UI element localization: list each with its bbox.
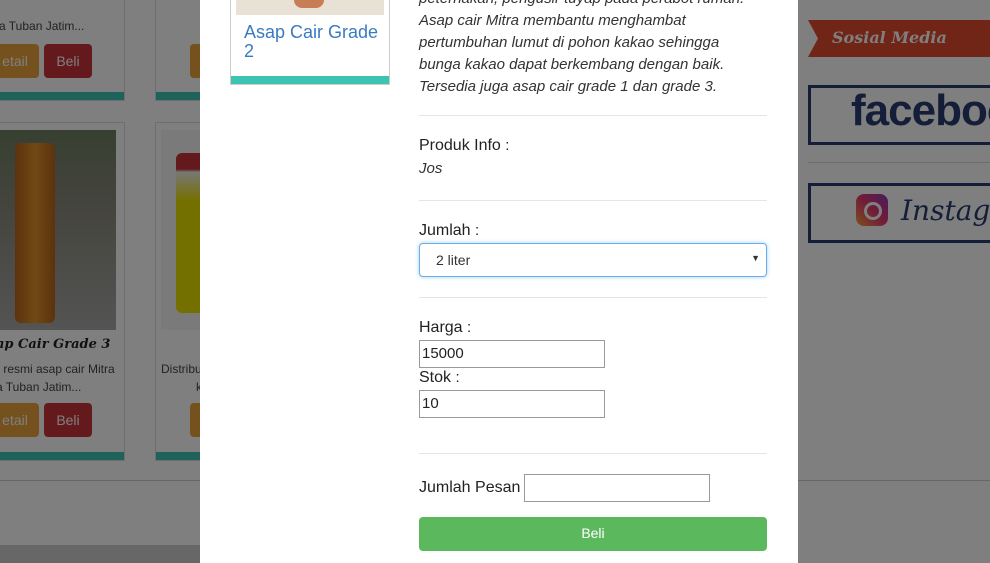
produk-info-label: Produk Info : — [419, 137, 509, 155]
stok-label: Stok : — [419, 369, 460, 387]
jumlah-pesan-input[interactable] — [524, 474, 710, 502]
harga-label-text: Harga — [419, 319, 463, 336]
jumlah-select[interactable]: 2 liter ▼ — [419, 243, 767, 277]
divider — [419, 200, 767, 201]
divider — [419, 115, 767, 116]
chevron-down-icon: ▼ — [751, 253, 760, 263]
product-thumbnail-title[interactable]: Asap Cair Grade 2 — [244, 23, 384, 61]
description-line: bunga kakao dapat berkembang dengan baik… — [419, 56, 725, 73]
stok-label-text: Stok — [419, 369, 452, 386]
divider — [419, 297, 767, 298]
beli-submit-button[interactable]: Beli — [419, 517, 767, 551]
divider — [419, 453, 767, 454]
jumlah-label: Jumlah : — [419, 222, 479, 240]
produk-info-label-text: Produk Info — [419, 137, 501, 154]
colon: : — [455, 369, 460, 386]
jumlah-selected-value: 2 liter — [436, 252, 471, 268]
jumlah-label-text: Jumlah — [419, 222, 471, 239]
card-stripe — [231, 76, 389, 84]
product-thumbnail-image — [236, 0, 384, 15]
colon: : — [505, 137, 510, 154]
colon: : — [475, 222, 480, 239]
product-thumbnail-card: Asap Cair Grade 2 — [230, 0, 390, 85]
description-line: pertumbuhan lumut di pohon kakao sehingg… — [419, 34, 720, 51]
product-description: peternakan, pengusir tuyap pada perabot … — [419, 0, 779, 98]
description-line: Asap cair Mitra membantu menghambat — [419, 12, 686, 29]
product-modal: Asap Cair Grade 2 peternakan, pengusir t… — [200, 0, 798, 563]
harga-label: Harga : — [419, 319, 471, 337]
jumlah-pesan-label: Jumlah Pesan — [419, 479, 521, 496]
colon: : — [467, 319, 472, 336]
produk-info-value: Jos — [419, 160, 443, 177]
description-line: Tersedia juga asap cair grade 1 dan grad… — [419, 78, 717, 95]
stok-field[interactable]: 10 — [419, 390, 605, 418]
harga-field[interactable]: 15000 — [419, 340, 605, 368]
description-line: peternakan, pengusir tuyap pada perabot … — [419, 0, 779, 10]
